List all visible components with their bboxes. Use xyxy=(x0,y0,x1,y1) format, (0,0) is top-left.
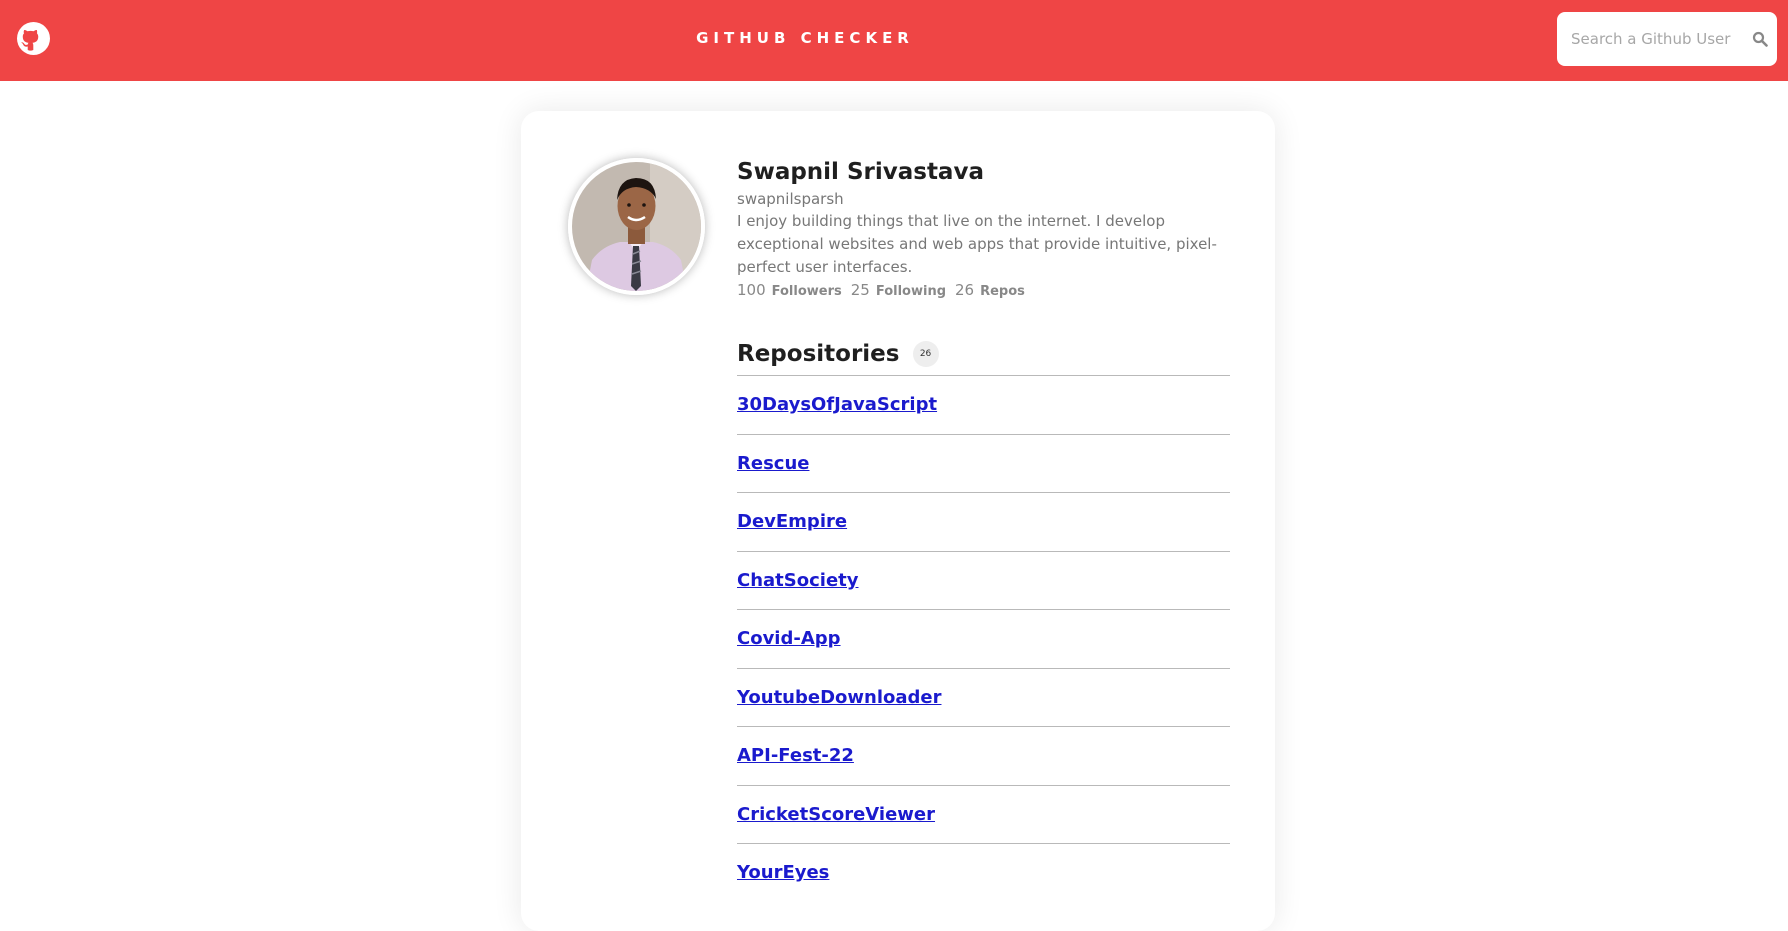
repo-link[interactable]: Covid-App xyxy=(737,628,841,649)
repositories-header: Repositories 26 xyxy=(737,334,1230,374)
profile-stats: 100 Followers 25 Following 26 Repos xyxy=(737,279,1237,303)
list-item: 30DaysOfJavaScript xyxy=(737,375,1230,434)
profile-name: Swapnil Srivastava xyxy=(737,159,984,185)
search-input[interactable] xyxy=(1571,12,1741,66)
following-count: 25 xyxy=(850,281,870,299)
repos-count: 26 xyxy=(955,281,975,299)
followers-label: Followers xyxy=(771,284,842,299)
repo-link[interactable]: ChatSociety xyxy=(737,570,859,591)
followers-count: 100 xyxy=(737,281,766,299)
repo-link[interactable]: Rescue xyxy=(737,453,809,474)
repo-link[interactable]: YourEyes xyxy=(737,862,829,883)
list-item: Covid-App xyxy=(737,609,1230,668)
list-item: YoutubeDownloader xyxy=(737,667,1230,727)
list-item: DevEmpire xyxy=(737,492,1230,551)
app-header: GITHUB CHECKER xyxy=(0,0,1788,81)
profile-login: swapnilsparsh xyxy=(737,190,844,208)
repositories-count-badge: 26 xyxy=(912,341,939,367)
list-item: CricketScoreViewer xyxy=(737,784,1230,844)
list-item: YourEyes xyxy=(737,843,1230,902)
repository-list: 30DaysOfJavaScript Rescue DevEmpire Chat… xyxy=(737,375,1230,902)
search-box xyxy=(1557,12,1777,66)
following-label: Following xyxy=(875,284,946,299)
list-item: Rescue xyxy=(737,433,1230,493)
profile-bio: I enjoy building things that live on the… xyxy=(737,212,1217,276)
repo-link[interactable]: API-Fest-22 xyxy=(737,745,854,766)
list-item: ChatSociety xyxy=(737,550,1230,610)
list-item: API-Fest-22 xyxy=(737,726,1230,785)
repo-link[interactable]: DevEmpire xyxy=(737,511,847,532)
repositories-title: Repositories xyxy=(737,341,900,367)
avatar xyxy=(568,158,705,295)
repo-link[interactable]: YoutubeDownloader xyxy=(737,687,941,708)
repo-link[interactable]: 30DaysOfJavaScript xyxy=(737,394,937,415)
app-title: GITHUB CHECKER xyxy=(696,29,914,47)
repos-label: Repos xyxy=(980,284,1025,299)
repo-link[interactable]: CricketScoreViewer xyxy=(737,804,935,825)
profile-card: Swapnil Srivastava swapnilsparsh I enjoy… xyxy=(521,111,1275,931)
profile-info: Swapnil Srivastava swapnilsparsh I enjoy… xyxy=(737,156,1237,303)
search-icon[interactable] xyxy=(1752,31,1768,47)
